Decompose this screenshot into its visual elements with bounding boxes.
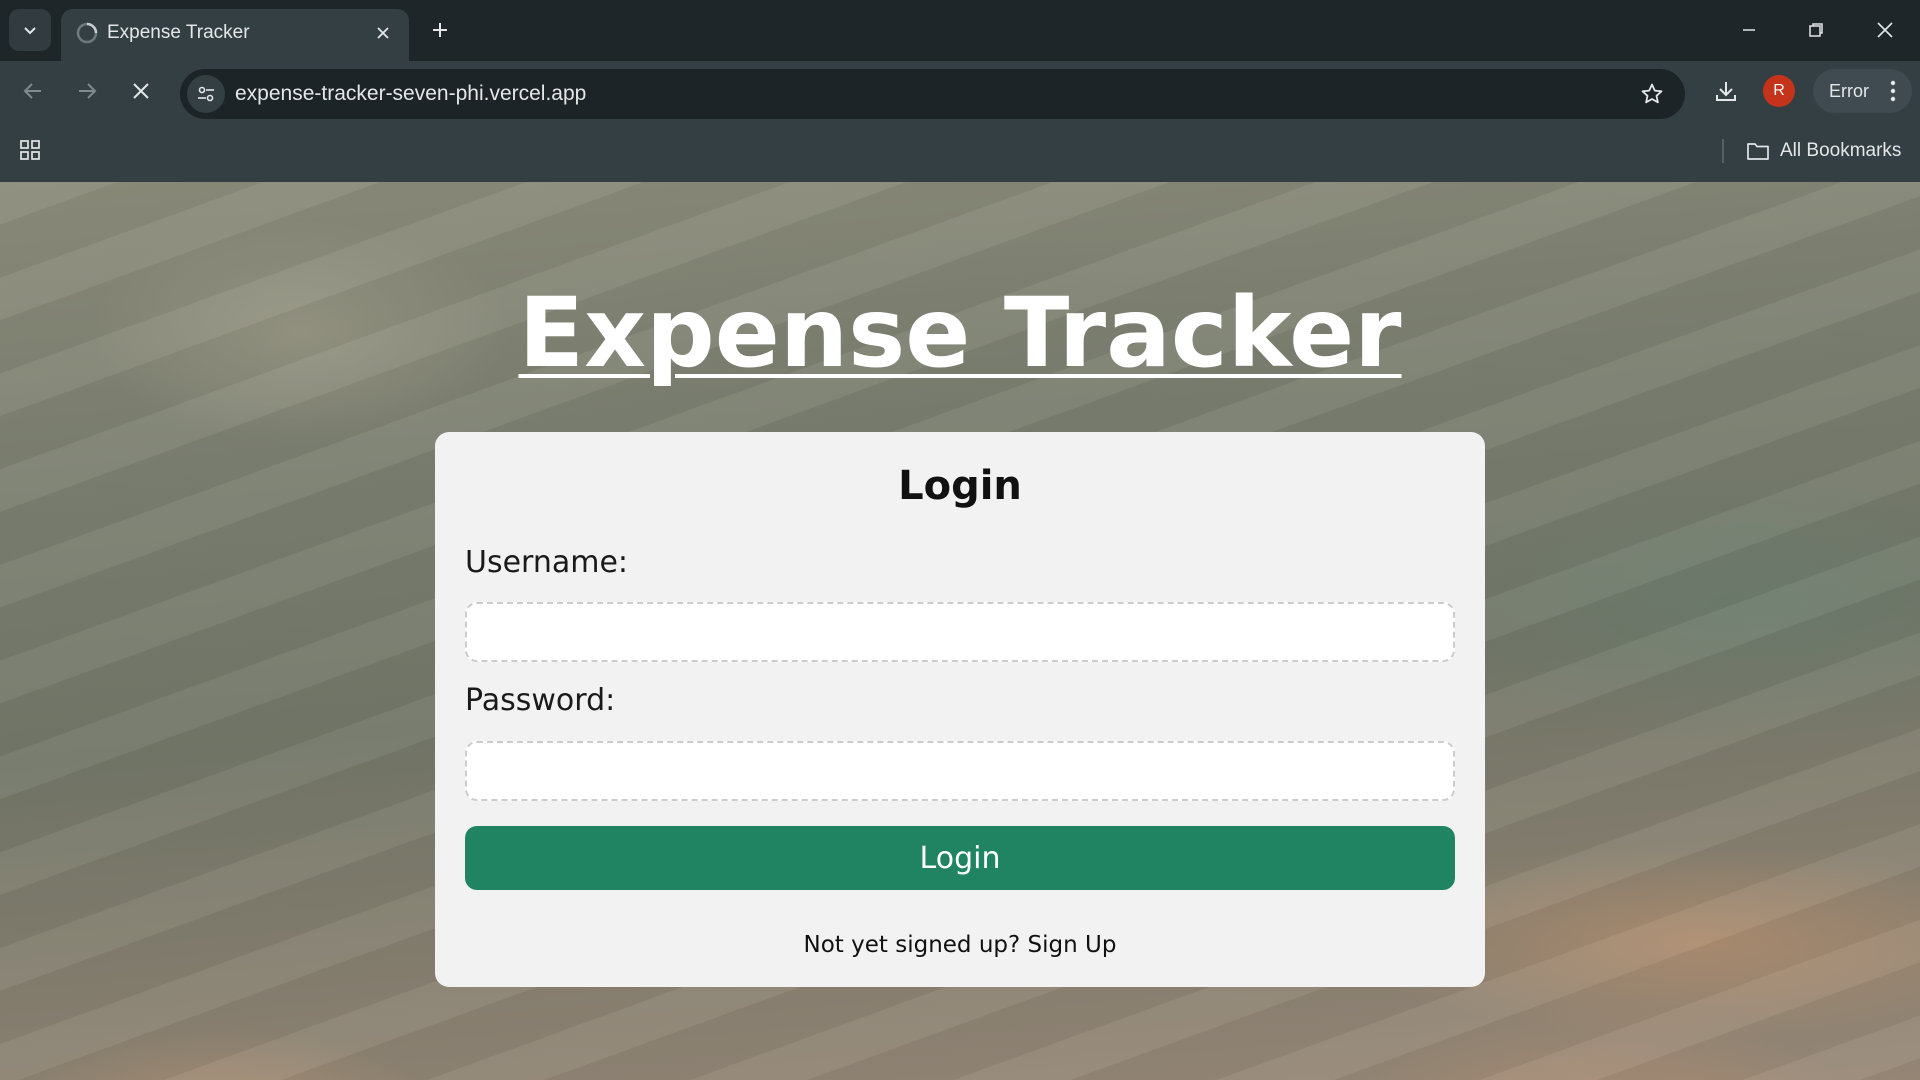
tune-icon [198,86,214,102]
password-input[interactable] [465,741,1455,801]
apps-button[interactable] [16,136,44,164]
arrow-left-icon [23,83,41,99]
page-background: Expense Tracker Login Username: Password… [0,182,1920,1080]
browser-toolbar: expense-tracker-seven-phi.vercel.app R E… [0,61,1920,121]
close-icon [1877,22,1893,38]
grid-icon [20,140,40,160]
download-icon [1716,82,1736,101]
all-bookmarks-label: All Bookmarks [1780,140,1902,161]
error-chip[interactable]: Error [1813,69,1912,113]
star-icon [1641,83,1663,104]
password-label: Password: [465,683,616,718]
close-icon [133,83,149,99]
login-button[interactable]: Login [465,826,1455,890]
arrow-right-icon [79,83,97,99]
browser-tab[interactable]: Expense Tracker [61,9,409,61]
bookmark-star-button[interactable] [1637,79,1667,109]
signup-line: Not yet signed up? Sign Up [435,930,1485,960]
stop-loading-button[interactable] [124,74,158,108]
plus-icon [433,23,447,37]
close-tab-button[interactable] [370,20,396,46]
bookmarks-divider [1722,139,1724,163]
url-text: expense-tracker-seven-phi.vercel.app [235,82,587,105]
forward-button[interactable] [70,74,104,108]
close-icon [377,27,389,39]
site-title-text: Expense Tracker [518,277,1402,389]
error-label: Error [1829,81,1869,101]
more-vert-icon [1890,80,1896,102]
username-input[interactable] [465,602,1455,662]
tab-search-button[interactable] [9,9,51,51]
login-heading: Login [898,463,1022,509]
chevron-down-icon [24,27,36,35]
minimize-button[interactable] [1729,10,1769,50]
username-label: Username: [465,545,629,580]
close-window-button[interactable] [1865,10,1905,50]
restore-button[interactable] [1796,10,1836,50]
back-button[interactable] [16,74,50,108]
loading-spinner-icon [76,22,98,44]
all-bookmarks-button[interactable]: All Bookmarks [1746,133,1901,169]
new-tab-button[interactable] [424,14,456,46]
restore-icon [1809,23,1823,37]
minimize-icon [1743,29,1755,31]
downloads-button[interactable] [1709,74,1743,108]
signup-prompt: Not yet signed up? [803,932,1021,958]
tab-title: Expense Tracker [107,22,250,43]
address-bar[interactable]: expense-tracker-seven-phi.vercel.app [180,69,1685,119]
site-info-button[interactable] [187,75,225,113]
menu-button[interactable] [1885,79,1901,103]
folder-icon [1747,143,1769,160]
login-card: Login Username: Password: Login Not yet … [435,432,1485,987]
tab-strip: Expense Tracker [0,0,1920,61]
site-title: Expense Tracker [0,278,1920,388]
signup-link[interactable]: Sign Up [1028,932,1117,958]
profile-avatar[interactable]: R [1763,75,1795,107]
bookmarks-bar: All Bookmarks [0,121,1920,182]
